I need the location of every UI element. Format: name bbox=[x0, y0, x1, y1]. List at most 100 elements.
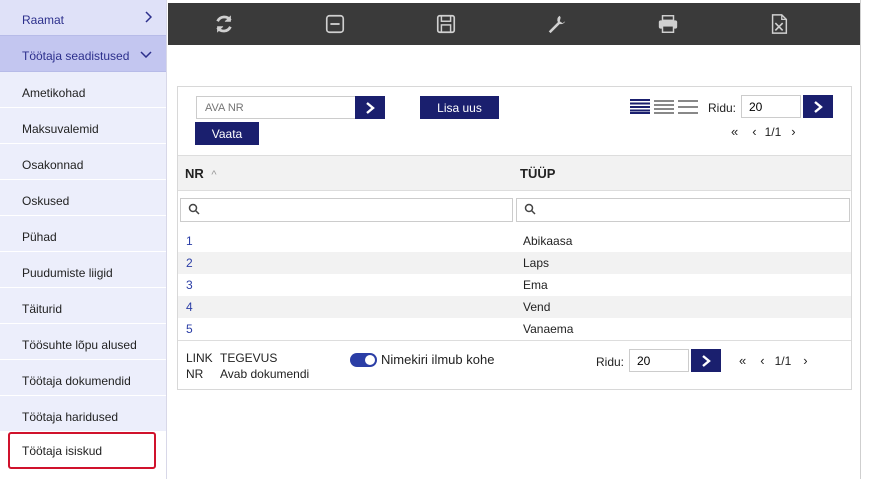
vaata-button[interactable]: Vaata bbox=[195, 122, 259, 145]
row-tyyp: Abikaasa bbox=[523, 234, 573, 248]
next-page-icon[interactable]: › bbox=[791, 124, 795, 139]
sidebar-item[interactable]: Pühad bbox=[0, 216, 166, 252]
footer-ridu-go-button[interactable] bbox=[691, 349, 721, 372]
search-icon bbox=[524, 203, 536, 215]
sidebar-header-label: Töötaja seadistused bbox=[22, 49, 130, 63]
row-nr-link[interactable]: 3 bbox=[186, 278, 193, 292]
table-row[interactable]: 4 Vend bbox=[178, 296, 851, 318]
chevron-right-icon bbox=[366, 101, 375, 114]
footer-ridu-label: Ridu: bbox=[596, 355, 625, 369]
row-nr-link[interactable]: 5 bbox=[186, 322, 193, 336]
sidebar-item-label: Töösuhte lõpu alused bbox=[22, 338, 137, 352]
lisa-uus-button[interactable]: Lisa uus bbox=[420, 96, 499, 119]
prev-page-icon[interactable]: ‹ bbox=[752, 124, 756, 139]
list-autoload-label: Nimekiri ilmub kohe bbox=[381, 352, 495, 367]
row-nr-link[interactable]: 1 bbox=[186, 234, 193, 248]
sidebar-item[interactable]: Täiturid bbox=[0, 288, 166, 324]
sidebar-item-label: Töötaja haridused bbox=[22, 410, 119, 424]
chevron-right-icon bbox=[702, 354, 711, 367]
next-page-icon[interactable]: › bbox=[803, 353, 807, 368]
row-tyyp: Vanaema bbox=[523, 322, 574, 336]
sidebar-item-label: Pühad bbox=[22, 230, 57, 244]
ava-nr-input[interactable] bbox=[196, 96, 356, 119]
sidebar-item[interactable]: Töötaja dokumendid bbox=[0, 360, 166, 396]
row-tyyp: Laps bbox=[523, 256, 550, 270]
table-row[interactable]: 3 Ema bbox=[178, 274, 851, 296]
sidebar: Raamat Töötaja seadistused Ametikohad Mak… bbox=[0, 0, 167, 479]
density-normal-icon[interactable] bbox=[654, 98, 674, 114]
table-row[interactable]: 5 Vanaema bbox=[178, 318, 851, 340]
first-page-icon[interactable]: « bbox=[739, 353, 746, 368]
sidebar-item-label: Maksuvalemid bbox=[22, 122, 99, 136]
minus-box-icon bbox=[325, 14, 344, 34]
sort-asc-icon: ^ bbox=[211, 169, 217, 181]
chevron-down-icon bbox=[140, 47, 152, 61]
bottom-pager: « ‹ 1/1 › bbox=[739, 353, 808, 368]
right-edge-divider bbox=[860, 0, 861, 479]
density-switcher bbox=[630, 98, 698, 114]
print-icon bbox=[658, 15, 677, 33]
chevron-right-icon bbox=[814, 100, 823, 113]
sidebar-item-label: Töötaja dokumendid bbox=[22, 374, 131, 388]
ridu-label: Ridu: bbox=[708, 101, 737, 115]
sidebar-items: Ametikohad Maksuvalemid Osakonnad Oskused Pü… bbox=[0, 72, 166, 469]
sidebar-item-label: Oskused bbox=[22, 194, 70, 208]
sidebar-item[interactable]: Puudumiste liigid bbox=[0, 252, 166, 288]
sidebar-item-label: Töötaja isiskud bbox=[22, 444, 103, 458]
ava-nr-go-button[interactable] bbox=[355, 96, 385, 119]
refresh-button[interactable] bbox=[168, 3, 279, 45]
page-indicator: 1/1 bbox=[764, 124, 782, 139]
wrench-icon bbox=[548, 15, 565, 34]
sidebar-item-label: Puudumiste liigid bbox=[22, 266, 113, 280]
list-autoload-toggle[interactable] bbox=[350, 353, 377, 367]
filter-input-nr[interactable] bbox=[180, 198, 513, 222]
page-indicator: 1/1 bbox=[774, 353, 792, 368]
legend-nr-value: Avab dokumendi bbox=[220, 367, 310, 381]
refresh-icon bbox=[215, 15, 232, 33]
sidebar-item[interactable]: Osakonnad bbox=[0, 144, 166, 180]
row-tyyp: Vend bbox=[523, 300, 551, 314]
main-panel: Lisa uus Vaata Ridu: « ‹ 1/1 › NR ^ TÜÜP bbox=[177, 86, 852, 390]
sidebar-item-label: Ametikohad bbox=[22, 86, 86, 100]
filter-input-tyyp[interactable] bbox=[516, 198, 850, 222]
sidebar-item[interactable]: Ametikohad bbox=[0, 72, 166, 108]
sidebar-item-label: Täiturid bbox=[22, 302, 63, 316]
save-button[interactable] bbox=[390, 3, 501, 45]
sidebar-item[interactable]: Oskused bbox=[0, 180, 166, 216]
footer-ridu-input[interactable] bbox=[629, 349, 689, 372]
remove-button[interactable] bbox=[279, 3, 390, 45]
sidebar-header-raamat[interactable]: Raamat bbox=[0, 0, 166, 36]
column-header-nr[interactable]: NR ^ bbox=[185, 166, 217, 181]
chevron-right-icon bbox=[144, 11, 153, 26]
sidebar-header-label: Raamat bbox=[22, 13, 65, 27]
sidebar-item[interactable]: Töötaja haridused bbox=[0, 396, 166, 432]
footer-divider bbox=[178, 340, 851, 341]
row-nr-link[interactable]: 4 bbox=[186, 300, 193, 314]
prev-page-icon[interactable]: ‹ bbox=[760, 353, 764, 368]
table-row[interactable]: 1 Abikaasa bbox=[178, 230, 851, 252]
ridu-go-button[interactable] bbox=[803, 95, 833, 118]
row-tyyp: Ema bbox=[523, 278, 548, 292]
ridu-input[interactable] bbox=[741, 95, 801, 118]
first-page-icon[interactable]: « bbox=[731, 124, 738, 139]
column-header-tyyp[interactable]: TÜÜP bbox=[520, 166, 555, 181]
legend-link-value: TEGEVUS bbox=[220, 351, 278, 365]
sidebar-item[interactable]: Töötaja isiskud bbox=[8, 432, 156, 469]
top-pager: « ‹ 1/1 › bbox=[731, 124, 796, 139]
row-nr-link[interactable]: 2 bbox=[186, 256, 193, 270]
toolbar bbox=[168, 3, 860, 45]
save-icon bbox=[436, 14, 455, 34]
legend-nr-key: NR bbox=[186, 367, 204, 381]
excel-icon bbox=[771, 14, 787, 34]
density-compact-icon[interactable] bbox=[630, 98, 650, 114]
excel-button[interactable] bbox=[723, 3, 834, 45]
legend-link-key: LINK bbox=[186, 351, 213, 365]
settings-button[interactable] bbox=[501, 3, 612, 45]
print-button[interactable] bbox=[612, 3, 723, 45]
sidebar-item[interactable]: Maksuvalemid bbox=[0, 108, 166, 144]
sidebar-item[interactable]: Töösuhte lõpu alused bbox=[0, 324, 166, 360]
table-header: NR ^ TÜÜP bbox=[178, 155, 851, 191]
table-row[interactable]: 2 Laps bbox=[178, 252, 851, 274]
sidebar-header-tootaja-seadistused[interactable]: Töötaja seadistused bbox=[0, 36, 166, 72]
density-wide-icon[interactable] bbox=[678, 98, 698, 114]
